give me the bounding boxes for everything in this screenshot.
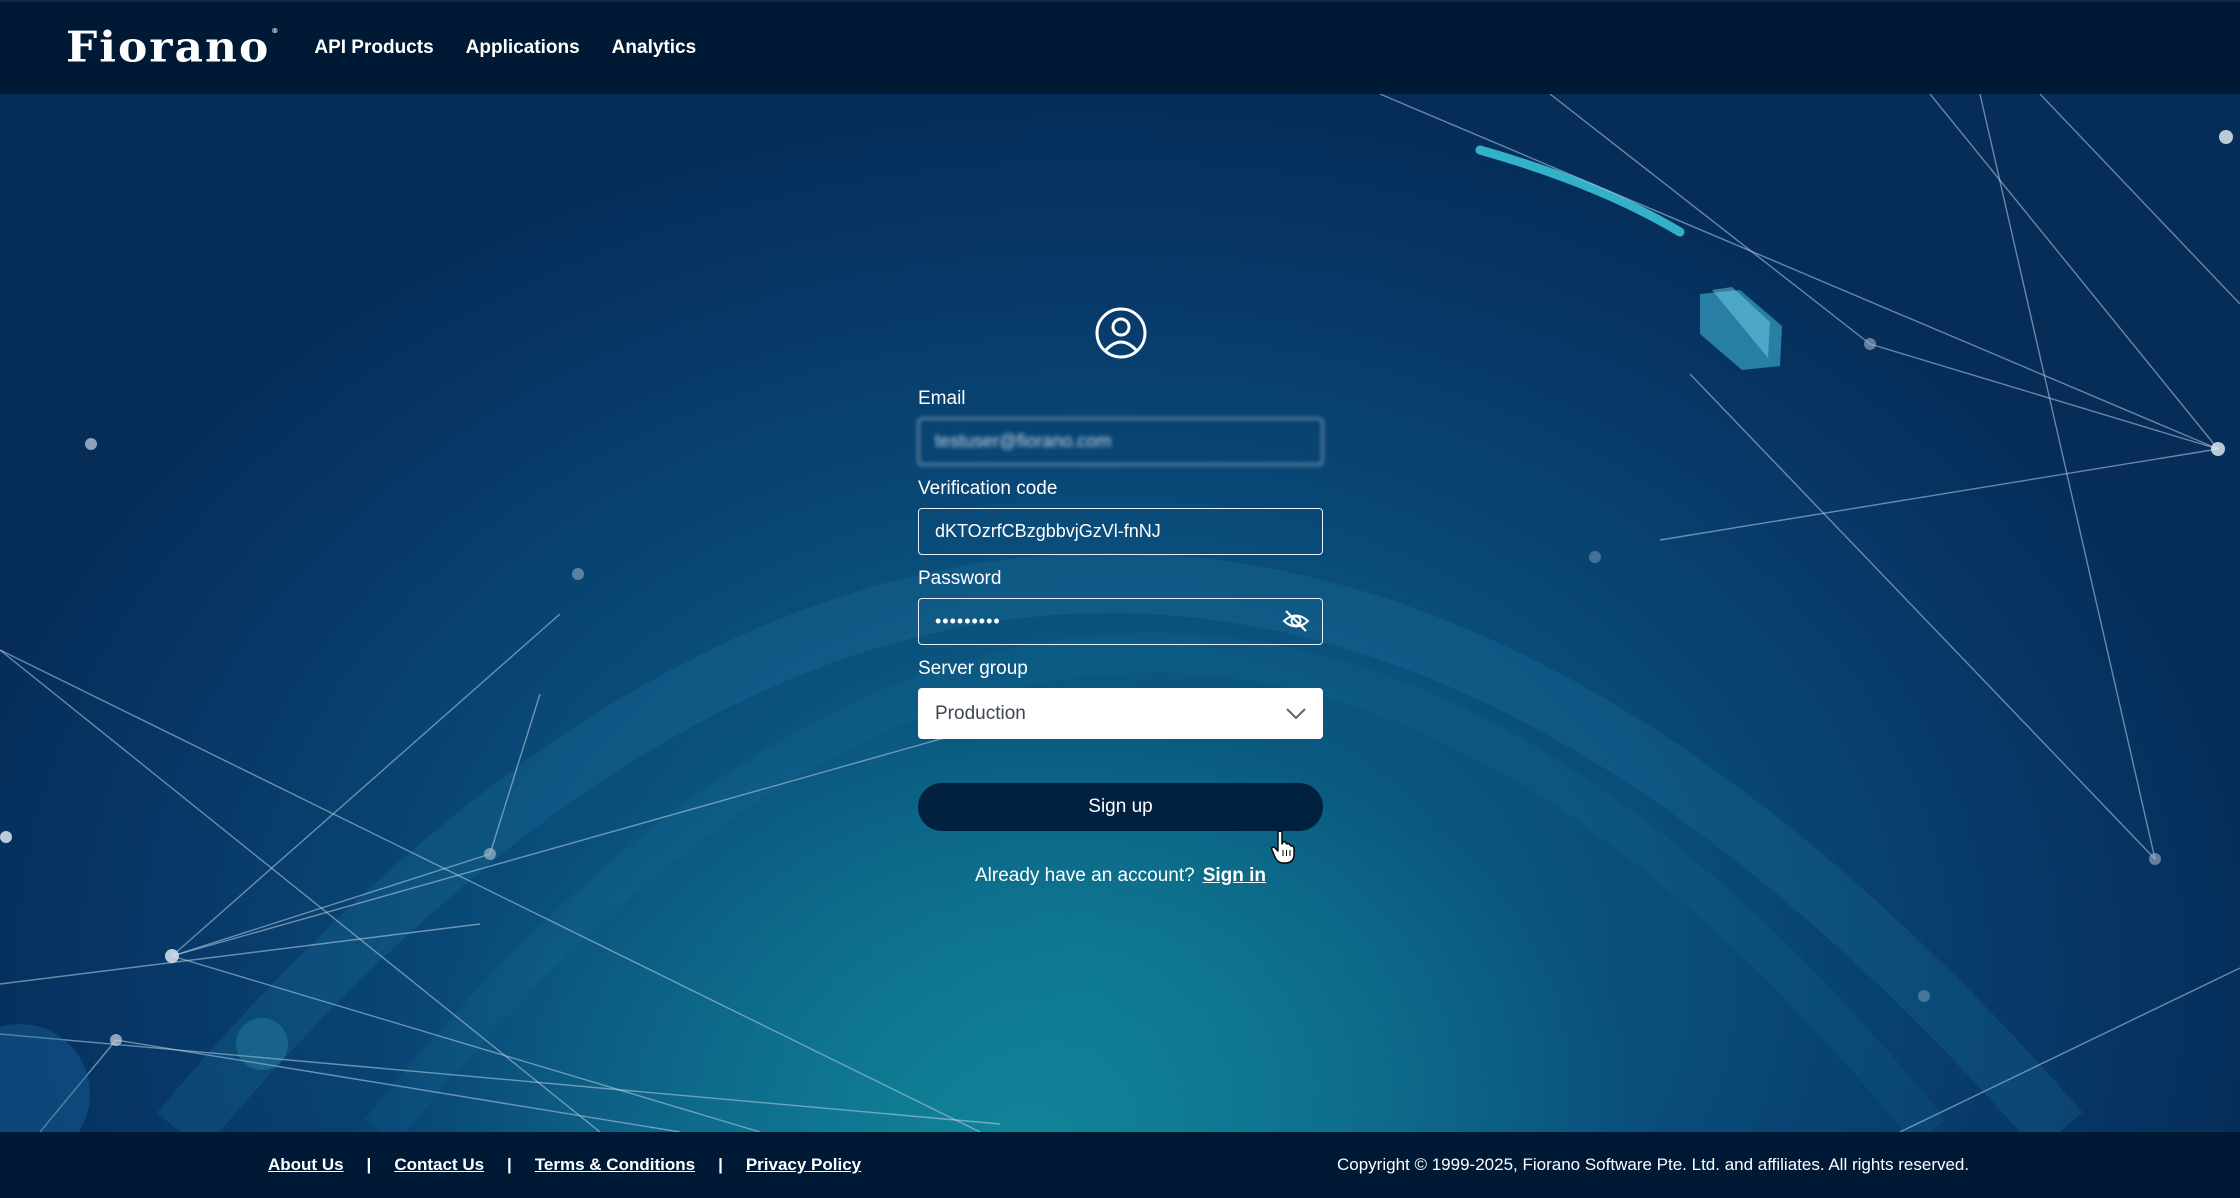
logo-text: Fiorano bbox=[66, 23, 271, 72]
password-field[interactable] bbox=[918, 598, 1323, 645]
nav-item-analytics[interactable]: Analytics bbox=[612, 37, 696, 59]
sign-in-link[interactable]: Sign in bbox=[1203, 865, 1266, 886]
eye-off-icon[interactable] bbox=[1281, 608, 1311, 634]
fiorano-logo[interactable]: Fiorano ® bbox=[66, 27, 278, 69]
copyright-text: Copyright © 1999-2025, Fiorano Software … bbox=[1337, 1155, 1970, 1174]
user-circle-icon bbox=[1095, 307, 1146, 359]
logo-trademark: ® bbox=[271, 26, 279, 35]
sign-up-button[interactable]: Sign up bbox=[918, 783, 1323, 831]
signin-prompt: Already have an account? Sign in bbox=[918, 865, 1323, 887]
email-label: Email bbox=[918, 388, 966, 409]
main-nav: API Products Applications Analytics bbox=[314, 37, 728, 59]
nav-item-api-products[interactable]: API Products bbox=[314, 37, 433, 59]
hand-pointer-icon bbox=[1271, 830, 1295, 864]
footer-link-contact-us[interactable]: Contact Us bbox=[394, 1155, 484, 1175]
footer-separator: | bbox=[366, 1155, 372, 1174]
footer-links: About Us | Contact Us | Terms & Conditio… bbox=[268, 1155, 861, 1175]
signup-form: Email Verification code Password Server … bbox=[918, 306, 1323, 887]
footer-link-terms[interactable]: Terms & Conditions bbox=[535, 1155, 695, 1175]
footer: About Us | Contact Us | Terms & Conditio… bbox=[0, 1132, 2240, 1198]
already-have-account-text: Already have an account? bbox=[974, 865, 1195, 886]
password-label: Password bbox=[918, 568, 1002, 589]
server-group-label: Server group bbox=[918, 658, 1028, 679]
footer-separator: | bbox=[507, 1155, 512, 1174]
server-group-select[interactable]: Production bbox=[918, 688, 1323, 739]
footer-link-about-us[interactable]: About Us bbox=[268, 1155, 344, 1175]
server-group-value: Production bbox=[935, 702, 1026, 724]
top-navigation-bar: Fiorano ® API Products Applications Analy… bbox=[0, 0, 2240, 94]
footer-separator: | bbox=[718, 1155, 723, 1174]
verification-code-field[interactable] bbox=[918, 508, 1323, 555]
verification-code-label: Verification code bbox=[918, 478, 1058, 499]
password-field-wrapper bbox=[918, 598, 1323, 645]
email-field[interactable] bbox=[918, 418, 1323, 465]
chevron-down-icon bbox=[1286, 707, 1306, 719]
nav-item-applications[interactable]: Applications bbox=[466, 37, 580, 59]
footer-link-privacy-policy[interactable]: Privacy Policy bbox=[746, 1155, 861, 1175]
